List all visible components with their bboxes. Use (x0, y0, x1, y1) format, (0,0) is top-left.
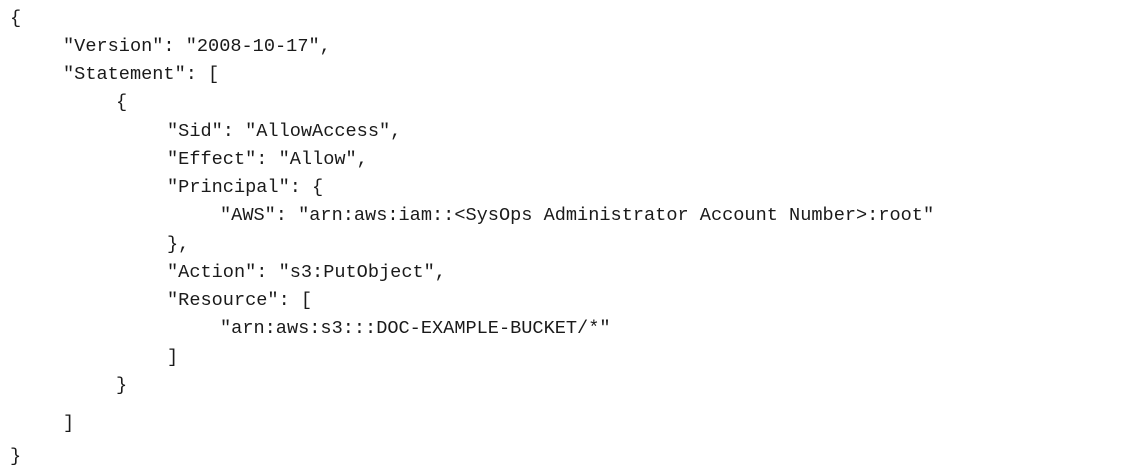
code-line-sid: "Sid": "AllowAccess", (167, 121, 402, 142)
code-line-close-brace: } (10, 446, 22, 467)
code-line-effect: "Effect": "Allow", (167, 149, 368, 170)
code-line-action: "Action": "s3:PutObject", (167, 262, 446, 283)
code-line-array-close: ] (63, 413, 75, 434)
document-page: { "code_lines": [ "{", "\"Version\": \"2… (0, 0, 1126, 476)
code-line-statement: "Statement": [ (63, 64, 220, 85)
code-line-resource: "Resource": [ (167, 290, 313, 311)
code-line-principal-close: }, (167, 234, 190, 255)
code-line-statement-open: { (116, 92, 128, 113)
code-line-statement-close: } (116, 375, 128, 396)
code-line-aws-principal: "AWS": "arn:aws:iam::<SysOps Administrat… (220, 205, 935, 226)
code-line-resource-close: ] (167, 347, 179, 368)
code-line-version: "Version": "2008-10-17", (63, 36, 331, 57)
code-line-principal: "Principal": { (167, 177, 324, 198)
code-line-open-brace: { (10, 8, 22, 29)
code-line-resource-arn: "arn:aws:s3:::DOC-EXAMPLE-BUCKET/*" (220, 318, 611, 339)
